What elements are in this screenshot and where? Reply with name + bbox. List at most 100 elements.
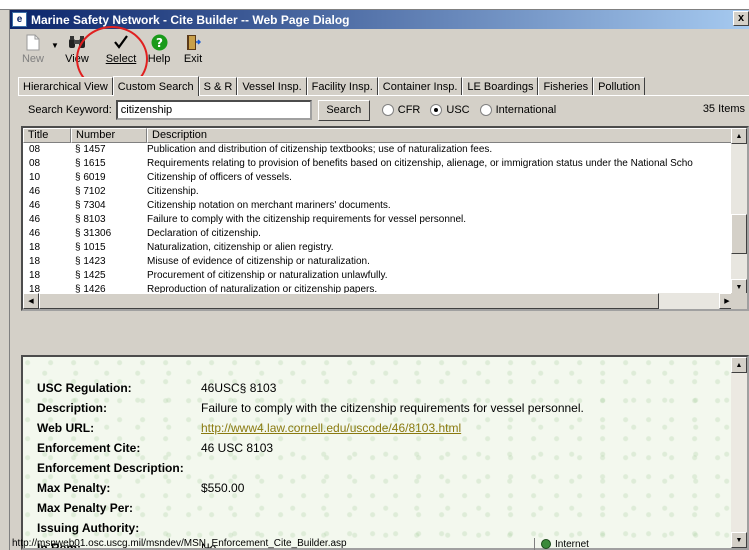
- detail-value: $550.00: [201, 481, 245, 495]
- detail-value: 46USC§ 8103: [201, 381, 277, 395]
- cell-title: 08: [29, 144, 41, 155]
- zone-label: Internet: [555, 538, 589, 550]
- detail-description: Description: Failure to comply with the …: [37, 399, 584, 417]
- scroll-up-button[interactable]: ▲: [731, 128, 747, 144]
- cell-description: Misuse of evidence of citizenship or nat…: [147, 256, 370, 267]
- cell-description: Citizenship of officers of vessels.: [147, 172, 292, 183]
- globe-icon: [541, 539, 551, 549]
- detail-issuing-authority: Issuing Authority:: [37, 519, 201, 537]
- detail-value: 46 USC 8103: [201, 441, 274, 455]
- help-label: Help: [147, 53, 171, 65]
- view-button[interactable]: View: [60, 32, 94, 72]
- column-number[interactable]: Number: [71, 128, 147, 143]
- tab-fisheries[interactable]: Fisheries: [538, 77, 594, 95]
- cell-number: § 7304: [75, 200, 106, 211]
- tab-le-boardings[interactable]: LE Boardings: [462, 77, 539, 95]
- title-bar[interactable]: e Marine Safety Network - Cite Builder -…: [10, 10, 749, 29]
- results-horizontal-scrollbar[interactable]: ◀ ▶: [23, 293, 735, 309]
- cell-title: 46: [29, 214, 41, 225]
- radio-usc[interactable]: USC: [430, 104, 470, 116]
- radio-international-dot: [479, 104, 492, 116]
- detail-vertical-scrollbar[interactable]: ▲ ▼: [731, 357, 747, 548]
- cell-description: Requirements relating to provision of be…: [147, 158, 693, 169]
- scroll-left-button[interactable]: ◀: [23, 293, 39, 309]
- cell-title: 46: [29, 228, 41, 239]
- cell-number: § 7102: [75, 186, 106, 197]
- detail-label: USC Regulation:: [37, 381, 132, 395]
- cell-number: § 1015: [75, 242, 106, 253]
- radio-international-label: International: [495, 104, 557, 116]
- detail-label: Enforcement Description:: [37, 461, 184, 475]
- cell-description: Procurement of citizenship or naturaliza…: [147, 270, 388, 281]
- tab-pollution[interactable]: Pollution: [593, 77, 646, 95]
- table-row[interactable]: 46 § 7304 Citizenship notation on merchant…: [23, 199, 735, 213]
- cell-number: § 8103: [75, 214, 106, 225]
- search-keyword-input[interactable]: [115, 100, 312, 120]
- table-row[interactable]: 46 § 8103 Failure to comply with the citiz…: [23, 213, 735, 227]
- web-url-link[interactable]: http://www4.law.cornell.edu/uscode/46/81…: [201, 419, 461, 437]
- detail-scroll-up-button[interactable]: ▲: [731, 357, 747, 373]
- detail-web-url: Web URL: http://www4.law.cornell.edu/usc…: [37, 419, 461, 437]
- table-row[interactable]: 18 § 1423 Misuse of evidence of citizenshi…: [23, 255, 735, 269]
- table-row[interactable]: 18 § 1425 Procurement of citizenship or na…: [23, 269, 735, 283]
- tab-vessel-insp[interactable]: Vessel Insp.: [237, 77, 307, 95]
- detail-label: Web URL:: [37, 421, 95, 435]
- ie-icon: e: [12, 12, 27, 27]
- top-strip: [0, 0, 749, 10]
- select-label: Select: [105, 53, 137, 65]
- exit-button[interactable]: Exit: [176, 32, 210, 72]
- table-row[interactable]: 08 § 1615 Requirements relating to provisi…: [23, 157, 735, 171]
- table-row[interactable]: 18 § 1015 Naturalization, citizenship or a…: [23, 241, 735, 255]
- detail-usc-regulation: USC Regulation: 46USC§ 8103: [37, 379, 276, 397]
- close-button[interactable]: x: [733, 11, 749, 26]
- results-vertical-scrollbar[interactable]: ▲ ▼: [731, 128, 747, 295]
- cell-title: 18: [29, 256, 41, 267]
- detail-max-penalty-per: Max Penalty Per:: [37, 499, 201, 517]
- cell-number: § 31306: [75, 228, 112, 239]
- radio-usc-label: USC: [446, 104, 470, 116]
- results-header: Title Number Description: [23, 128, 735, 143]
- cell-description: Declaration of citizenship.: [147, 228, 261, 239]
- horizontal-scroll-thumb[interactable]: [39, 293, 659, 309]
- new-label: New: [21, 53, 44, 65]
- security-zone: Internet: [535, 538, 589, 550]
- cell-number: § 1425: [75, 270, 106, 281]
- new-dropdown-arrow[interactable]: ▼: [50, 41, 60, 50]
- cell-number: § 1423: [75, 256, 106, 267]
- help-icon: ?: [151, 32, 168, 52]
- select-button[interactable]: Select: [100, 32, 142, 72]
- cell-description: Citizenship.: [147, 186, 199, 197]
- detail-enforcement-description: Enforcement Description:: [37, 459, 201, 477]
- tab-s-and-r[interactable]: S & R: [198, 77, 238, 95]
- detail-label: Issuing Authority:: [37, 521, 140, 535]
- tab-custom-search[interactable]: Custom Search: [112, 76, 199, 96]
- detail-value: Failure to comply with the citizenship r…: [201, 401, 584, 415]
- status-url: http://msnweb01.osc.uscg.mil/msndev/MSN_…: [10, 538, 535, 550]
- table-row[interactable]: 46 § 7102 Citizenship.: [23, 185, 735, 199]
- table-row[interactable]: 10 § 6019 Citizenship of officers of vesse…: [23, 171, 735, 185]
- vertical-scroll-thumb[interactable]: [731, 214, 747, 254]
- help-button[interactable]: ? Help: [142, 32, 176, 72]
- tab-container-insp[interactable]: Container Insp.: [377, 77, 463, 95]
- tab-facility-insp[interactable]: Facility Insp.: [306, 77, 378, 95]
- new-button[interactable]: New: [16, 32, 50, 72]
- cell-number: § 1457: [75, 144, 106, 155]
- view-label: View: [65, 53, 89, 65]
- radio-international[interactable]: International: [479, 104, 557, 116]
- binoculars-icon: [68, 32, 86, 52]
- column-title[interactable]: Title: [23, 128, 71, 143]
- search-button[interactable]: Search: [317, 99, 370, 121]
- scroll-corner: [731, 293, 747, 309]
- radio-cfr[interactable]: CFR: [381, 104, 421, 116]
- radio-cfr-dot: [381, 104, 394, 116]
- detail-label: Max Penalty:: [37, 481, 111, 495]
- cell-description: Publication and distribution of citizens…: [147, 144, 493, 155]
- column-description[interactable]: Description: [147, 128, 735, 143]
- radio-cfr-label: CFR: [397, 104, 421, 116]
- detail-label: Enforcement Cite:: [37, 441, 141, 455]
- cell-description: Failure to comply with the citizenship r…: [147, 214, 467, 225]
- tab-hierarchical-view[interactable]: Hierarchical View: [18, 77, 113, 95]
- table-row[interactable]: 46 § 31306 Declaration of citizenship.: [23, 227, 735, 241]
- table-row[interactable]: 08 § 1457 Publication and distribution of …: [23, 143, 735, 157]
- svg-text:?: ?: [156, 36, 163, 50]
